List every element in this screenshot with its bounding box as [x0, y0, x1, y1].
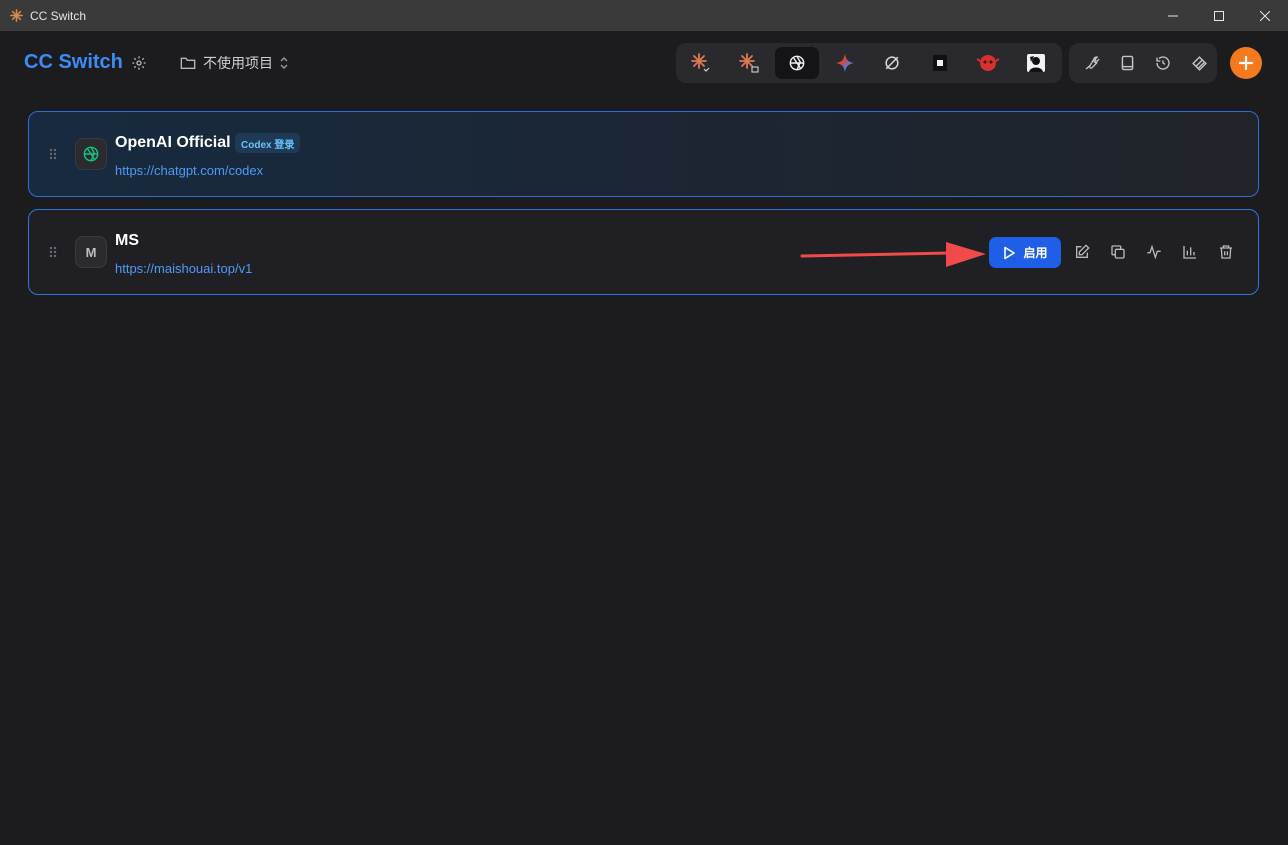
- provider-card-openai-official[interactable]: OpenAI Official Codex 登录 https://chatgpt…: [28, 111, 1259, 197]
- settings-button[interactable]: [130, 54, 148, 72]
- minimize-icon: [1168, 15, 1178, 16]
- tab-opencode[interactable]: [871, 47, 915, 79]
- project-select[interactable]: 不使用项目: [180, 53, 288, 73]
- window-titlebar: CC Switch: [0, 0, 1288, 31]
- avatar-app-icon: [1027, 54, 1046, 72]
- gemini-icon: [835, 53, 854, 73]
- toolbar: [1069, 43, 1217, 83]
- provider-badge: Codex 登录: [235, 133, 301, 153]
- tab-claude-desktop[interactable]: [727, 47, 771, 79]
- terminal-square-icon: [933, 55, 948, 71]
- claude-code-icon: [691, 53, 710, 72]
- tab-terminal[interactable]: [918, 47, 962, 79]
- folder-icon: [180, 57, 196, 69]
- tab-codex[interactable]: [774, 47, 819, 79]
- provider-name: OpenAI Official: [115, 134, 231, 151]
- tab-claude-code[interactable]: [679, 47, 723, 79]
- close-icon: [1260, 10, 1270, 21]
- close-window-button[interactable]: [1242, 0, 1288, 31]
- tab-avatar-app[interactable]: [1014, 47, 1058, 79]
- provider-url-link[interactable]: https://maishouai.top/v1: [115, 261, 252, 276]
- red-mascot-icon: [977, 55, 1000, 71]
- enable-button[interactable]: 启用: [989, 237, 1061, 268]
- provider-name: MS: [115, 232, 139, 249]
- edit-button[interactable]: [1071, 241, 1093, 263]
- gear-icon: [132, 56, 146, 70]
- provider-avatar: [75, 138, 107, 170]
- provider-card-ms[interactable]: M MS https://maishouai.top/v1 启用: [28, 209, 1259, 295]
- play-icon: [1004, 246, 1016, 259]
- activity-icon: [1147, 244, 1161, 260]
- history-icon: [1156, 56, 1171, 70]
- edit-icon: [1076, 244, 1090, 258]
- chevron-updown-icon: [280, 57, 288, 69]
- tab-red-mascot[interactable]: [966, 47, 1010, 79]
- bar-chart-icon: [1183, 246, 1196, 259]
- layers-button[interactable]: [1181, 47, 1217, 79]
- plus-icon: [1238, 55, 1254, 71]
- openai-icon: [789, 55, 805, 71]
- drag-handle-icon[interactable]: [49, 246, 57, 258]
- usage-stats-button[interactable]: [1179, 241, 1201, 263]
- wrench-icon: [1085, 56, 1100, 70]
- claude-desktop-icon: [738, 53, 759, 73]
- docs-button[interactable]: [1110, 47, 1146, 79]
- provider-url-link[interactable]: https://chatgpt.com/codex: [115, 163, 263, 178]
- opencode-icon: [885, 56, 900, 70]
- provider-avatar: M: [75, 236, 107, 268]
- book-icon: [1121, 55, 1134, 71]
- window-title: CC Switch: [30, 8, 87, 23]
- openai-icon: [83, 146, 99, 162]
- app-logo-icon: [9, 9, 23, 23]
- annotation-arrow-icon: [800, 242, 986, 267]
- add-provider-button[interactable]: [1230, 47, 1262, 79]
- trash-icon: [1220, 245, 1232, 259]
- maximize-icon: [1214, 10, 1224, 21]
- window-controls: [1150, 0, 1288, 31]
- minimize-button[interactable]: [1150, 0, 1196, 31]
- test-latency-button[interactable]: [1143, 241, 1165, 263]
- app-switcher: [676, 43, 1062, 83]
- maximize-button[interactable]: [1196, 0, 1242, 31]
- tools-button[interactable]: [1074, 47, 1110, 79]
- drag-handle-icon[interactable]: [49, 148, 57, 160]
- history-button[interactable]: [1146, 47, 1182, 79]
- duplicate-button[interactable]: [1107, 241, 1129, 263]
- delete-button[interactable]: [1215, 241, 1237, 263]
- layers-icon: [1191, 55, 1207, 71]
- copy-icon: [1111, 245, 1125, 259]
- tab-gemini[interactable]: [823, 47, 867, 79]
- brand-title: CC Switch: [24, 51, 123, 73]
- enable-button-label: 启用: [1023, 246, 1048, 260]
- project-select-label: 不使用项目: [203, 55, 273, 71]
